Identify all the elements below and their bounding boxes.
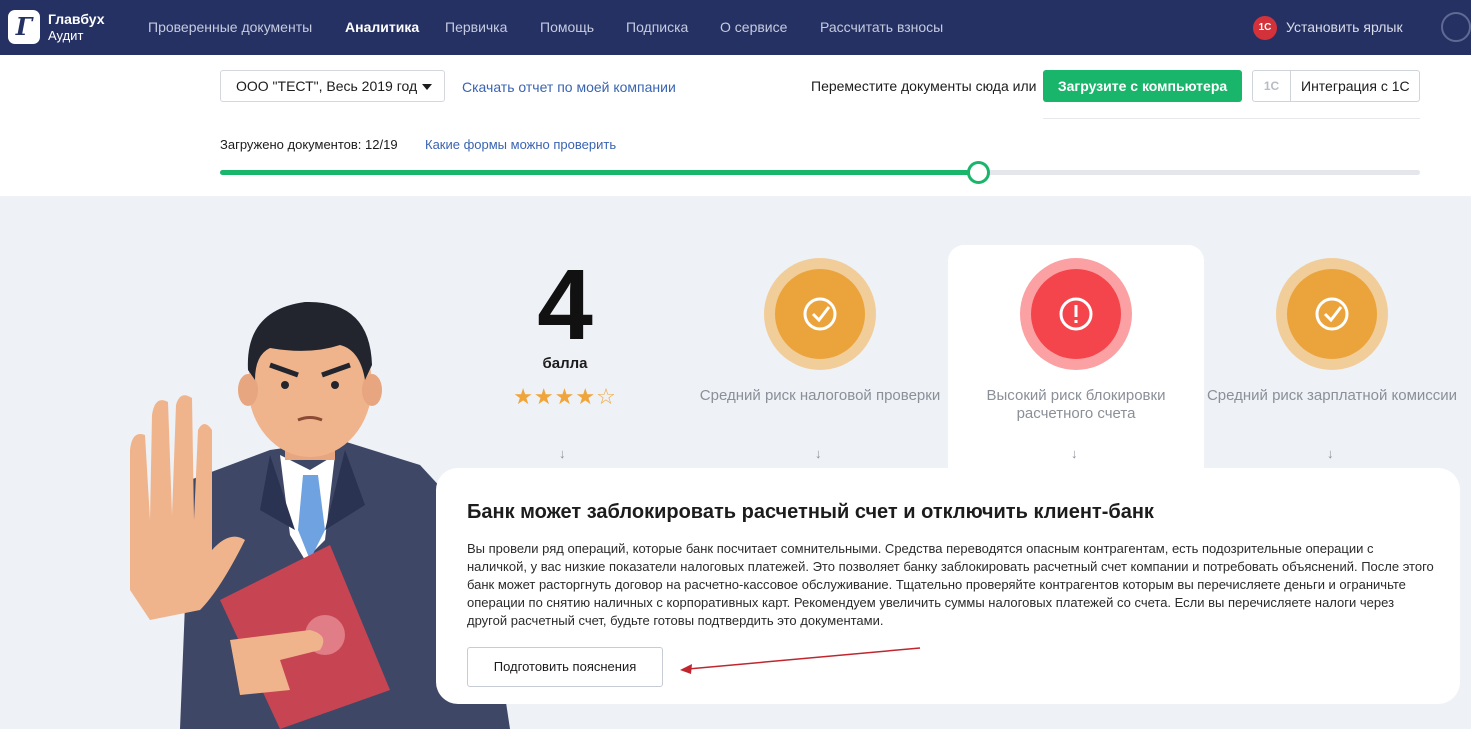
- risk-indicator: [1020, 258, 1132, 370]
- arrow-down-icon: ↓: [559, 446, 566, 461]
- upload-progress-fill: [220, 170, 978, 175]
- arrow-down-icon: ↓: [1071, 446, 1078, 461]
- explanation-title: Банк может заблокировать расчетный счет …: [467, 501, 1154, 523]
- check-icon: [803, 297, 837, 331]
- user-avatar-icon[interactable]: [1441, 12, 1471, 42]
- top-navigation-bar: Г Главбух Аудит Проверенные документы Ан…: [0, 0, 1471, 55]
- brand-subtitle[interactable]: Аудит: [48, 28, 83, 43]
- install-shortcut-link[interactable]: Установить ярлык: [1286, 19, 1403, 35]
- 1c-logo-icon: 1C: [1253, 71, 1291, 101]
- integration-1c-label: Интеграция с 1С: [1301, 78, 1410, 94]
- nav-item-help[interactable]: Помощь: [540, 19, 594, 35]
- rating-stars: ★★★★☆: [513, 384, 617, 409]
- divider: [1043, 118, 1420, 119]
- company-period-select[interactable]: ООО "ТЕСТ", Весь 2019 год: [220, 70, 445, 102]
- risk-label: Высокий риск блокировки расчетного счета: [986, 387, 1166, 422]
- shortcut-app-icon[interactable]: 1С: [1253, 16, 1277, 40]
- explanation-text: Вы провели ряд операций, которые банк по…: [467, 541, 1434, 628]
- chevron-down-icon: [422, 84, 432, 90]
- nav-item-calculate-contributions[interactable]: Рассчитать взносы: [820, 19, 943, 35]
- score-block: 4 балла ★★★★☆: [490, 255, 640, 410]
- check-icon: [1315, 297, 1349, 331]
- exclamation-icon: [1059, 297, 1093, 331]
- score-unit: балла: [542, 355, 588, 372]
- annotation-arrow-icon: [680, 647, 921, 674]
- documents-loaded-count: Загружено документов: 12/19: [220, 137, 398, 152]
- nav-item-subscription[interactable]: Подписка: [626, 19, 688, 35]
- nav-item-primary-docs[interactable]: Первичка: [445, 19, 507, 35]
- glavbukh-logo-icon[interactable]: Г: [8, 10, 40, 44]
- supported-forms-link[interactable]: Какие формы можно проверить: [425, 137, 616, 152]
- risk-salary-commission[interactable]: Средний риск зарплатной комиссии: [1204, 258, 1460, 405]
- score-value: 4: [537, 249, 593, 361]
- nav-item-analytics[interactable]: Аналитика: [345, 19, 419, 35]
- upload-from-computer-button[interactable]: Загрузите с компьютера: [1043, 70, 1242, 102]
- risk-label: Средний риск зарплатной комиссии: [1206, 387, 1458, 404]
- risk-label: Средний риск налоговой проверки: [699, 387, 941, 404]
- arrow-down-icon: ↓: [815, 446, 822, 461]
- risk-account-blocking[interactable]: Высокий риск блокировки расчетного счета: [948, 258, 1204, 423]
- company-period-value: ООО "ТЕСТ", Весь 2019 год: [236, 78, 418, 94]
- brand-name[interactable]: Главбух: [48, 11, 105, 27]
- arrow-down-icon: ↓: [1327, 446, 1334, 461]
- nav-item-checked-documents[interactable]: Проверенные документы: [148, 19, 312, 35]
- drag-drop-hint: Переместите документы сюда или: [811, 78, 1037, 94]
- risk-tax-audit[interactable]: Средний риск налоговой проверки: [692, 258, 948, 405]
- integration-1c-button[interactable]: 1C Интеграция с 1С: [1252, 70, 1420, 102]
- nav-item-about[interactable]: О сервисе: [720, 19, 787, 35]
- download-report-link[interactable]: Скачать отчет по моей компании: [462, 79, 676, 95]
- prepare-explanations-button[interactable]: Подготовить пояснения: [467, 647, 663, 687]
- progress-handle[interactable]: [966, 161, 990, 184]
- risk-indicator: [1276, 258, 1388, 370]
- risk-indicator: [764, 258, 876, 370]
- upload-progress-bar: [220, 161, 1420, 184]
- upload-panel: ООО "ТЕСТ", Весь 2019 год Скачать отчет …: [0, 55, 1471, 196]
- risk-explanation-panel: Банк может заблокировать расчетный счет …: [436, 468, 1460, 704]
